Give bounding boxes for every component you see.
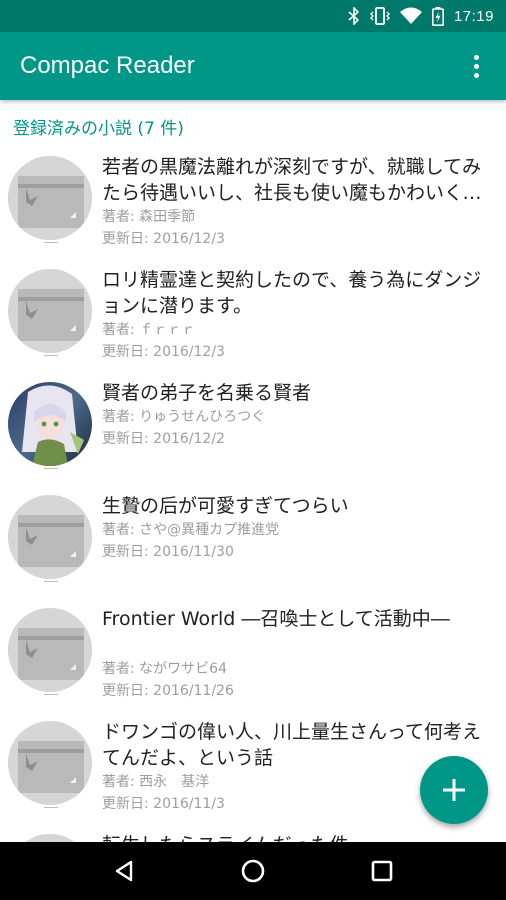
novel-list-item[interactable]: 賢者の弟子を名乗る賢者著者: りゅうせんひろつぐ 更新日: 2016/12/2 bbox=[0, 378, 506, 491]
novel-list-item[interactable]: 若者の黒魔法離れが深刻ですが、就職してみたら待遇いいし、社長も使い魔もかわいくて… bbox=[0, 152, 506, 265]
novel-title: 転生したらスライムだった件 bbox=[102, 832, 498, 842]
novel-title: Frontier World ―召喚士として活動中― bbox=[102, 608, 450, 630]
avatar-divider bbox=[44, 807, 58, 808]
home-button[interactable] bbox=[223, 846, 283, 896]
novel-title: 生贄の后が可愛すぎてつらい bbox=[102, 495, 349, 517]
avatar-divider bbox=[44, 694, 58, 695]
novel-title: 賢者の弟子を名乗る賢者 bbox=[102, 382, 312, 404]
navigation-bar bbox=[0, 842, 506, 900]
novel-updated-date: 更新日: 2016/11/3 bbox=[102, 796, 225, 812]
novel-list-container[interactable]: 登録済みの小説 (7 件) 若者の黒魔法離れが深刻ですが、就職してみたら待遇いい… bbox=[0, 100, 506, 842]
back-icon bbox=[116, 860, 133, 882]
back-button[interactable] bbox=[94, 846, 154, 896]
status-bar: 17:19 bbox=[0, 0, 506, 32]
novel-updated-date: 更新日: 2016/12/3 bbox=[102, 231, 225, 247]
avatar-divider bbox=[44, 355, 58, 356]
add-icon bbox=[443, 779, 465, 801]
novel-author: 著者: さや@異種カプ推進党 bbox=[102, 522, 280, 538]
novel-updated-date: 更新日: 2016/12/3 bbox=[102, 344, 225, 360]
novel-author: 著者: 森田季節 bbox=[102, 209, 196, 225]
status-time: 17:19 bbox=[453, 7, 494, 25]
wifi-icon bbox=[399, 7, 422, 25]
novel-cover-image bbox=[8, 382, 92, 466]
recents-button[interactable] bbox=[352, 846, 412, 896]
novel-placeholder-image bbox=[8, 269, 92, 353]
add-novel-button[interactable] bbox=[420, 756, 488, 824]
novel-placeholder-image bbox=[8, 495, 92, 579]
novel-updated-date: 更新日: 2016/11/26 bbox=[102, 683, 234, 699]
novel-author: 著者: ながワサビ64 bbox=[102, 661, 227, 677]
novel-list-item[interactable]: ロリ精霊達と契約したので、養う為にダンジョンに潜ります。著者: ｆｒｒｒ 更新日:… bbox=[0, 265, 506, 378]
novel-title: ロリ精霊達と契約したので、養う為にダンジョンに潜ります。 bbox=[102, 269, 482, 317]
novel-author: 著者: 西永 基洋 bbox=[102, 774, 210, 790]
novel-list: 若者の黒魔法離れが深刻ですが、就職してみたら待遇いいし、社長も使い魔もかわいくて… bbox=[0, 152, 506, 842]
avatar-divider bbox=[44, 242, 58, 243]
novel-author: 著者: ｆｒｒｒ bbox=[102, 322, 196, 338]
novel-title: 若者の黒魔法離れが深刻ですが、就職してみたら待遇いいし、社長も使い魔もかわいくて… bbox=[102, 156, 482, 204]
app-bar: Compac Reader bbox=[0, 32, 506, 100]
novel-updated-date: 更新日: 2016/12/2 bbox=[102, 431, 225, 447]
novel-author: 著者: りゅうせんひろつぐ bbox=[102, 409, 266, 425]
novel-placeholder-image bbox=[8, 156, 92, 240]
battery-icon bbox=[431, 6, 444, 26]
novel-list-item[interactable]: 生贄の后が可愛すぎてつらい著者: さや@異種カプ推進党 更新日: 2016/11/… bbox=[0, 491, 506, 604]
home-icon bbox=[241, 859, 265, 883]
novel-list-item[interactable]: Frontier World ―召喚士として活動中― 著者: ながワサビ64 更新日… bbox=[0, 604, 506, 717]
bluetooth-icon bbox=[348, 7, 360, 25]
novel-placeholder-image bbox=[8, 721, 92, 805]
avatar-divider bbox=[44, 468, 58, 469]
section-header: 登録済みの小説 (7 件) bbox=[13, 118, 184, 139]
novel-placeholder-image bbox=[8, 608, 92, 692]
recents-icon bbox=[371, 860, 392, 882]
avatar-divider bbox=[44, 581, 58, 582]
novel-list-item[interactable]: 転生したらスライムだった件著者: 伏瀬 bbox=[0, 830, 506, 842]
novel-updated-date: 更新日: 2016/11/30 bbox=[102, 544, 234, 560]
more-vert-icon[interactable] bbox=[464, 46, 488, 86]
novel-placeholder-image bbox=[8, 834, 92, 842]
vibrate-icon bbox=[369, 7, 390, 25]
app-title: Compac Reader bbox=[20, 52, 195, 79]
